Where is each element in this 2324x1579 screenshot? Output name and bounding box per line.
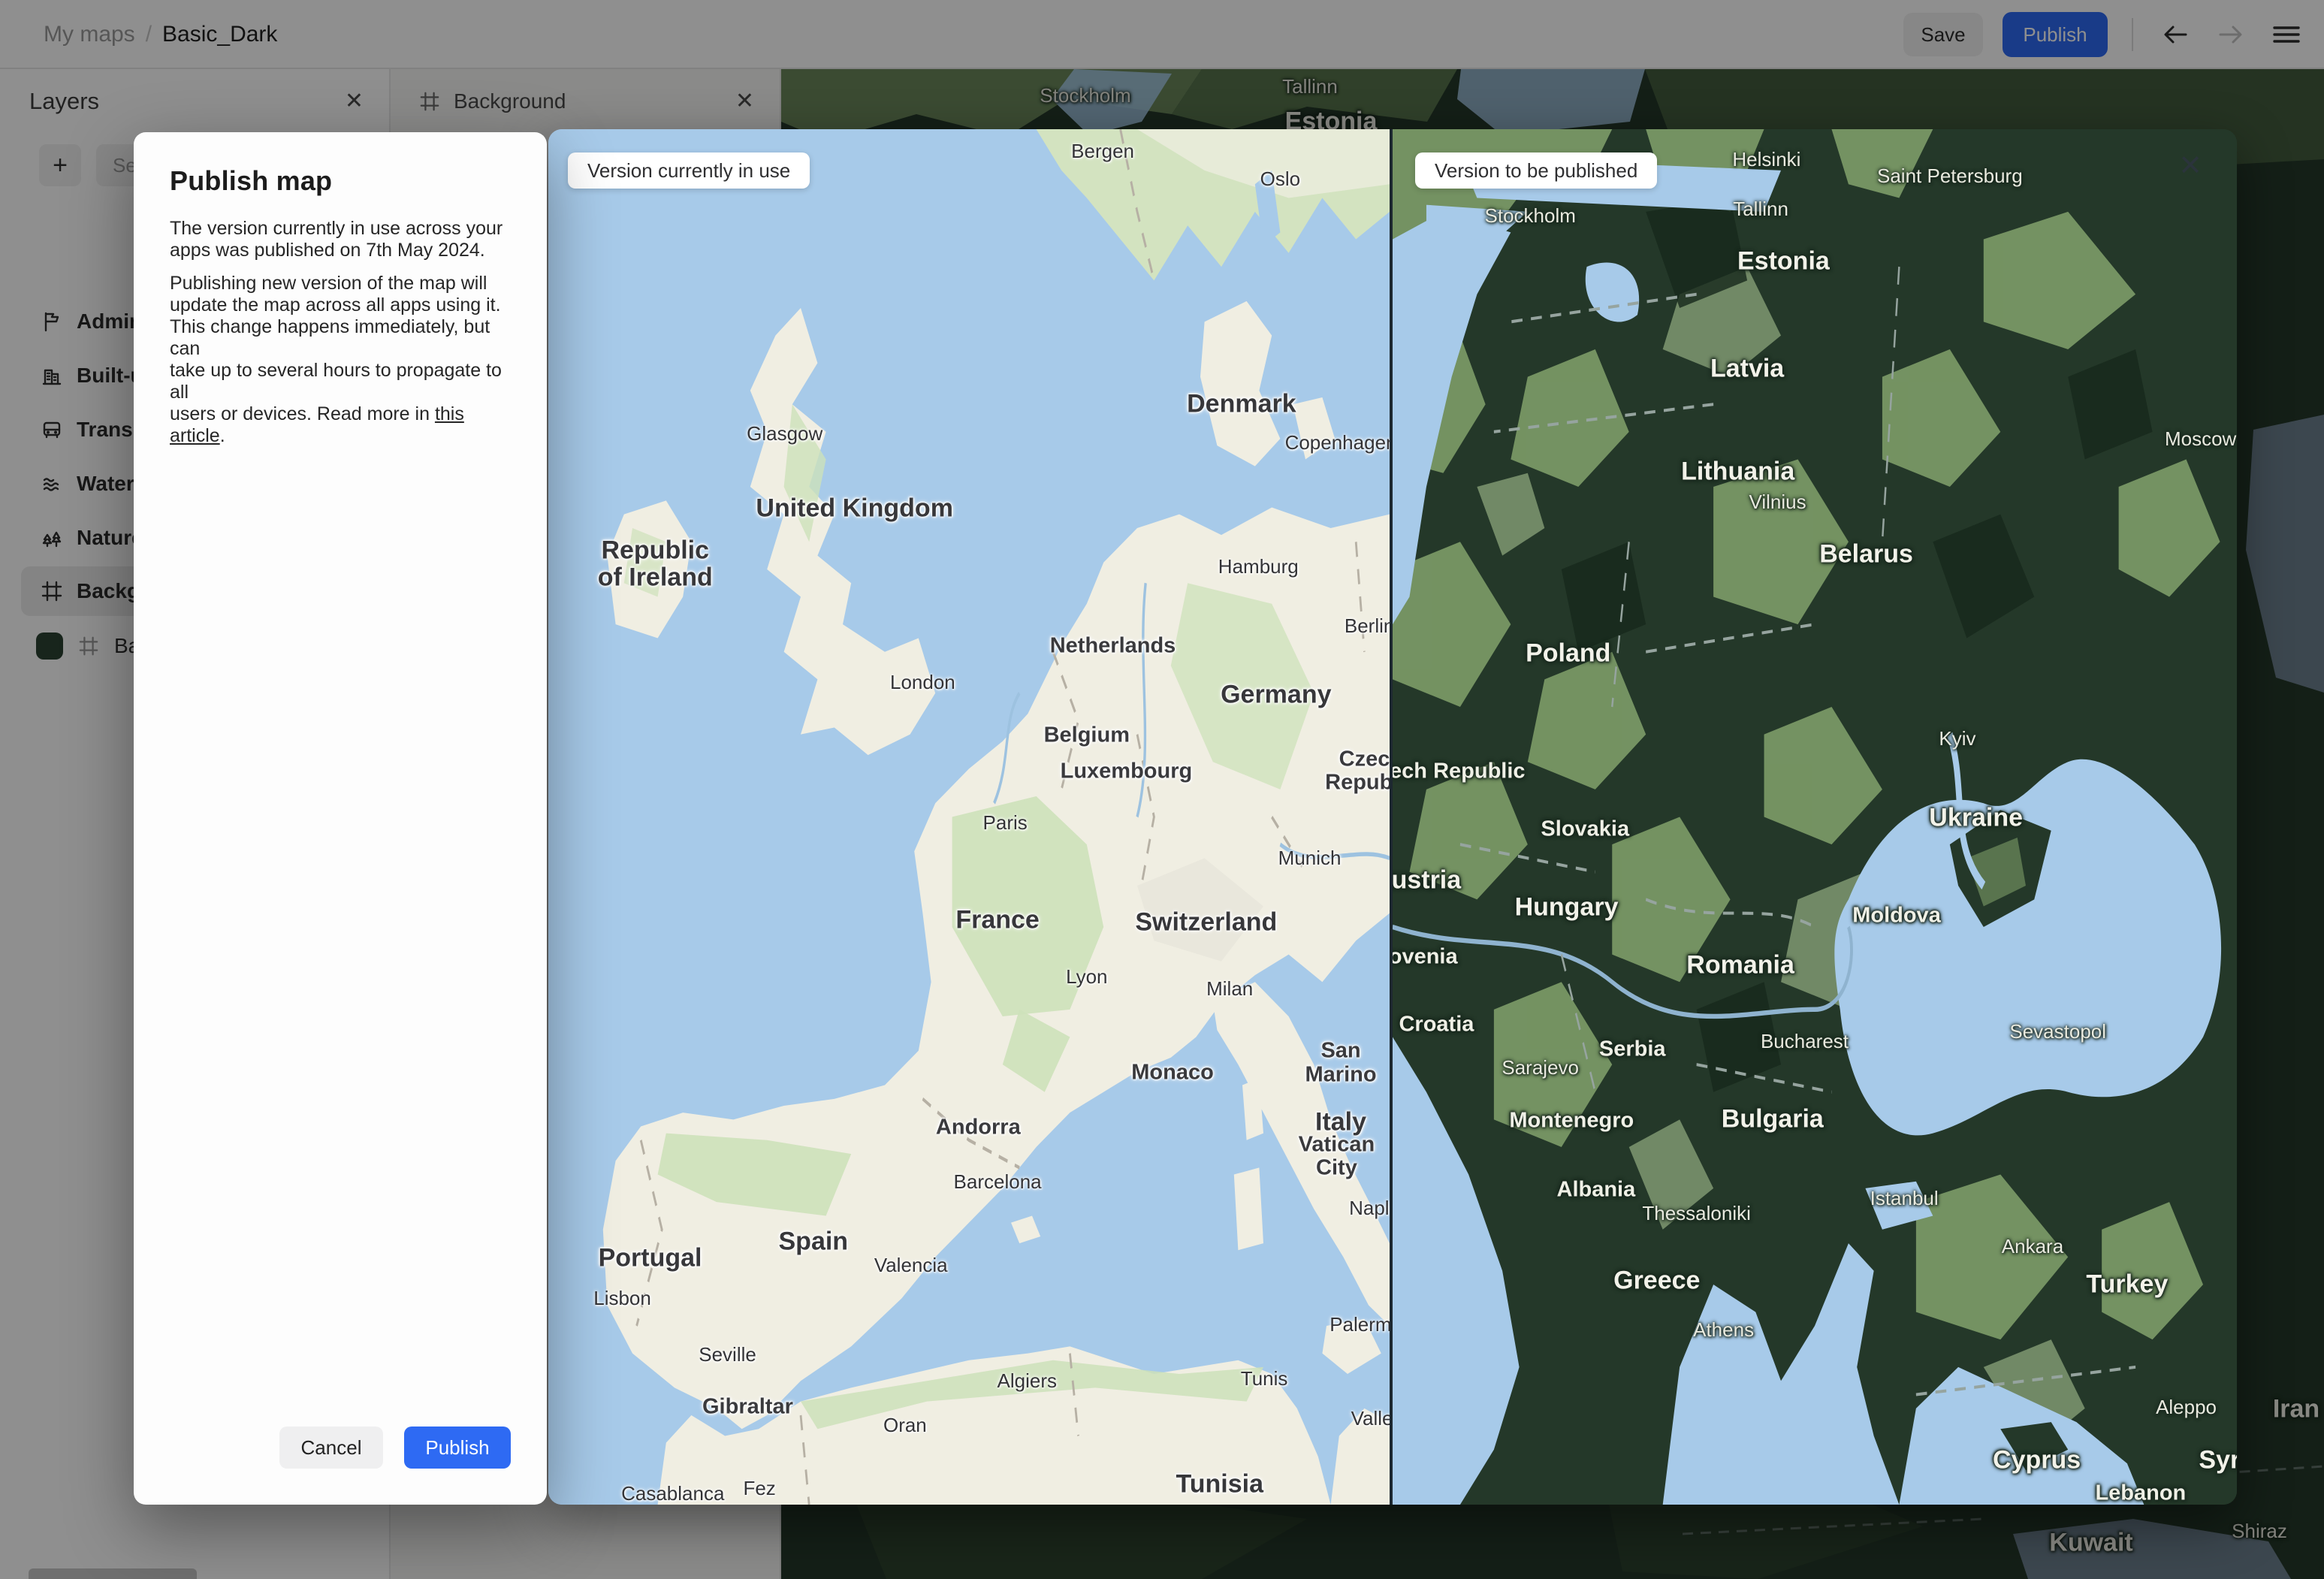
modal-title: Publish map: [170, 165, 333, 196]
publish-button-modal[interactable]: Publish: [404, 1427, 511, 1469]
version-current-chip: Version currently in use: [568, 152, 810, 189]
modal-paragraph-2-period: .: [219, 425, 225, 446]
map-version-current[interactable]: Version currently in use Bergen Oslo Glasg…: [548, 129, 1390, 1505]
publish-map-modal: Publish map The version currently in use…: [134, 132, 547, 1505]
light-map-art: [548, 129, 1390, 1505]
dark-map-art: [1393, 129, 2237, 1505]
cancel-button[interactable]: Cancel: [279, 1427, 383, 1469]
modal-paragraph-2-text: Publishing new version of the map will u…: [170, 273, 502, 424]
modal-paragraph-1: The version currently in use across your…: [170, 218, 503, 261]
compare-slider-divider[interactable]: [1390, 129, 1393, 1505]
version-compare-overlay: Version currently in use Bergen Oslo Glasg…: [548, 129, 2237, 1505]
modal-actions: Cancel Publish: [170, 1427, 511, 1469]
map-editor-app: Stockholm Tallinn Estonia Iran Shiraz Kuwait …: [0, 0, 2324, 1579]
compare-close-icon[interactable]: ✕: [2178, 152, 2202, 180]
version-new-chip: Version to be published: [1415, 152, 1658, 189]
map-version-new[interactable]: Version to be published Helsinki Saint Pe…: [1393, 129, 2237, 1505]
modal-paragraph-2: Publishing new version of the map will u…: [170, 273, 511, 447]
